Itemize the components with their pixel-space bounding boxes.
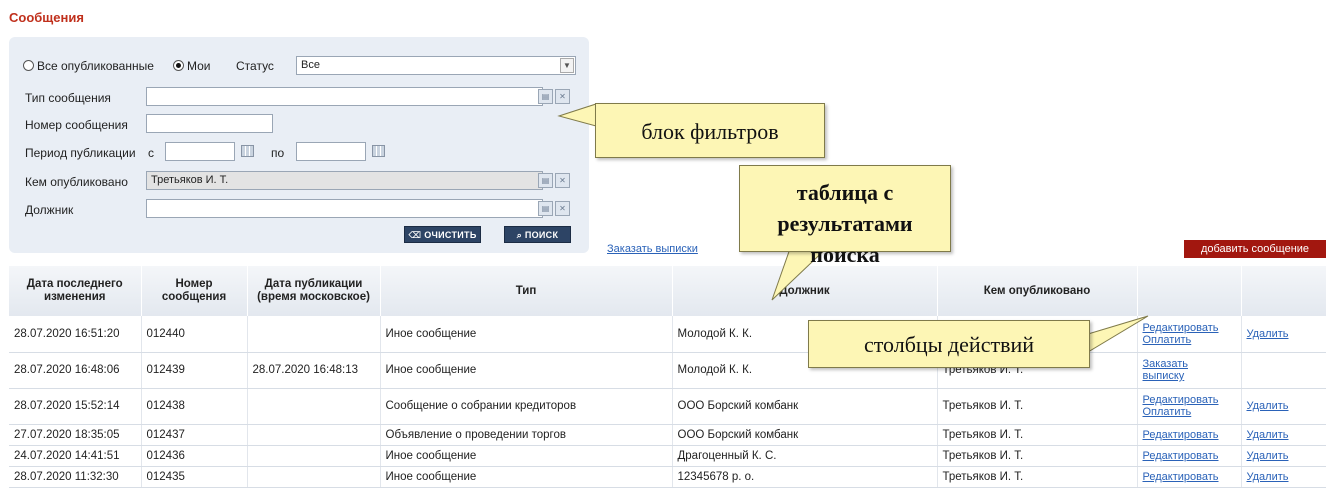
callout-results: таблица с результатами поиска bbox=[739, 165, 951, 267]
filters-callout-pointer bbox=[557, 103, 597, 127]
callout-actions: столбцы действий bbox=[808, 320, 1090, 368]
callout-filters: блок фильтров bbox=[595, 103, 825, 158]
callout-pointers bbox=[557, 103, 1149, 353]
actions-callout-pointer bbox=[1087, 315, 1149, 353]
